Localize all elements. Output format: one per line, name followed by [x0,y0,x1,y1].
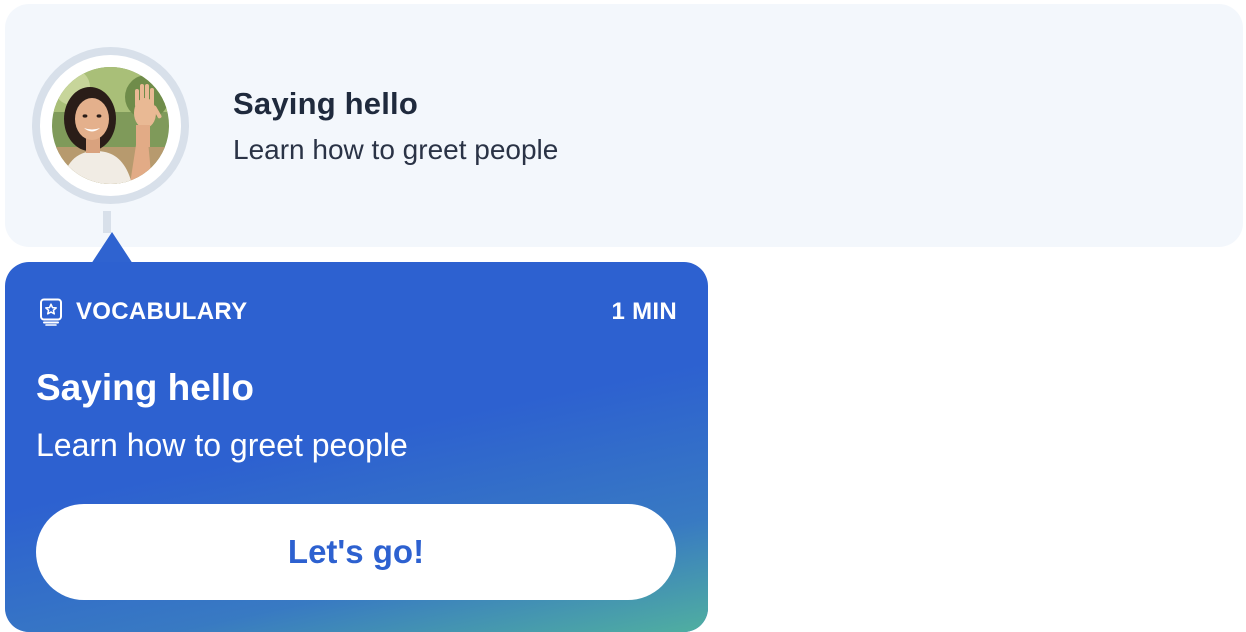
popover-title: Saying hello [36,367,254,408]
avatar-frame [40,55,181,196]
lesson-avatar[interactable] [32,47,189,204]
lets-go-button[interactable]: Let's go! [36,504,676,600]
person-waving-avatar-image [52,67,169,184]
popover-header: VOCABULARY 1 MIN [39,296,677,328]
duration-label: 1 MIN [611,298,677,325]
popover-pointer [91,232,133,264]
avatar-connector-line [103,211,111,233]
category-label: VOCABULARY [76,298,248,325]
vocabulary-card-star-icon [39,298,63,326]
lesson-title: Saying hello [233,86,418,121]
popover-subtitle: Learn how to greet people [36,427,408,463]
lesson-card[interactable]: Saying hello Learn how to greet people [5,4,1243,247]
lesson-popover: VOCABULARY 1 MIN Saying hello Learn how … [5,262,708,632]
lesson-subtitle: Learn how to greet people [233,134,559,165]
